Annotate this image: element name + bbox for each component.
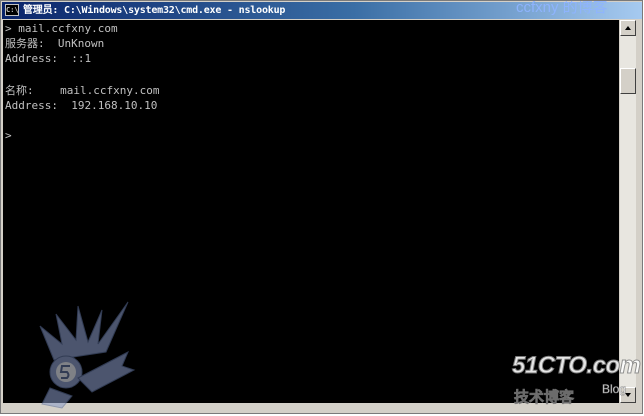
title-bar[interactable]: C:\ 管理员: C:\Windows\system32\cmd.exe - n… [2,0,642,19]
brand-watermark: 51CTO.com [511,352,641,380]
arrow-up-icon [625,26,631,30]
brand-blog-watermark: Blog [602,382,627,397]
vertical-scrollbar[interactable] [620,20,636,403]
console-line: Address: ::1 [5,52,92,65]
console-line: 名称: mail.ccfxny.com [5,84,160,97]
title-watermark: ccfxny 的博客 [516,0,608,16]
console-line: 服务器: UnKnown [5,37,105,50]
window-title: 管理员: C:\Windows\system32\cmd.exe - nsloo… [23,5,286,16]
cmd-icon[interactable]: C:\ [5,4,19,16]
scroll-thumb[interactable] [620,68,636,94]
console-line: Address: 192.168.10.10 [5,99,158,112]
console-line: > mail.ccfxny.com [5,22,118,35]
scroll-up-button[interactable] [620,20,636,36]
console-output[interactable]: > mail.ccfxny.com 服务器: UnKnown Address: … [3,20,619,403]
console-prompt[interactable]: > [5,128,12,143]
brand-sub-watermark: 技术博客 [514,388,575,407]
